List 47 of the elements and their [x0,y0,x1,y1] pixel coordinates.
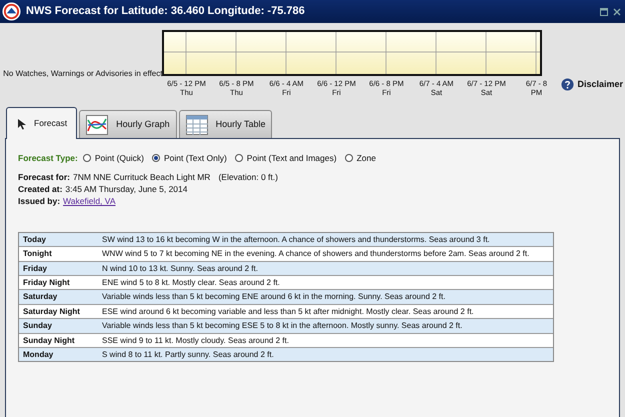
forecast-for-label: Forecast for: [18,170,70,183]
period-cell-text: Today [22,234,47,246]
radio-button[interactable] [344,154,353,162]
cursor-icon [16,118,28,130]
radio-label[interactable]: Point (Text and Images) [246,152,337,165]
line-graph-icon [86,114,108,134]
period-cell-text: Friday Night [22,276,71,289]
tab[interactable]: Hourly Graph [79,110,177,138]
period-cell-text: Monday [22,349,54,361]
radio-label[interactable]: Point (Quick) [94,152,144,165]
tab[interactable]: Forecast [6,107,78,139]
close-icon[interactable] [613,8,621,16]
maximize-icon[interactable] [600,8,608,16]
radio-label[interactable]: Point (Text Only) [164,152,227,165]
forecast-cell-text: Variable winds less than 5 kt becoming ENE around 6 kt in the morning. Sunny. Seas around 2 ft. [102,291,446,304]
tab[interactable]: Hourly Table [178,110,272,138]
created-label: Created at: [18,182,62,195]
created-time: 3:45 AM Thursday, June 5, 2014 [65,182,188,195]
forecast-cell-text: ESE wind around 6 kt becoming variable and less than 5 kt after midnight. Mostly clear. Seas around 2 ft. [102,306,475,318]
forecast-cell-text: WNW wind 5 to 7 kt becoming NE in the evening. A chance of showers and thunderstorms before 2am. Seas around 2 ft. [102,248,530,260]
forecast-cell-text: S wind 8 to 11 kt. Partly sunny. Seas around 2 ft. [102,349,275,361]
forecast-cell-text: N wind 10 to 13 kt. Sunny. Seas around 2 ft. [102,262,259,275]
disclaimer-link[interactable]: Disclaimer [577,78,623,92]
help-icon[interactable] [561,78,574,92]
issuer-link[interactable]: Wakefield, VA [63,194,116,207]
period-cell-text: Tonight [22,248,53,260]
radio-label[interactable]: Zone [356,152,376,165]
forecast-type-label: Forecast Type: [18,152,78,165]
forecast-cell-text: SSE wind 9 to 11 kt. Mostly cloudy. Seas around 2 ft. [102,334,290,347]
radio-button[interactable] [234,154,243,162]
period-cell-text: Saturday [22,291,58,304]
forecast-cell-text: SW wind 13 to 16 kt becoming W in the afternoon. A chance of showers and thunderstorms. Seas around 3 ft. [102,234,491,246]
period-cell-text: Saturday Night [22,306,81,318]
forecast-cell-text: ENE wind 5 to 8 kt. Mostly clear. Seas around 2 ft. [102,276,281,289]
forecast-cell-text: Variable winds less than 5 kt becoming ESE 5 to 8 kt in the afternoon. Mostly sunny. Seas around 2 ft. [102,320,464,332]
radio-button[interactable] [82,154,91,162]
forecast-location: 7NM NNE Currituck Beach Light MR [72,170,210,183]
window-title: NWS Forecast for Latitude: 36.460 Longitude: -75.786 [26,4,305,20]
period-cell-text: Sunday [22,320,53,332]
alerts-status: No Watches, Warnings or Advisories in effect [3,68,162,80]
issued-label: Issued by: [18,194,60,207]
elevation: (Elevation: 0 ft.) [218,170,278,183]
table-icon [186,114,208,134]
logo-icon [2,2,21,21]
period-cell-text: Sunday Night [22,334,76,347]
radio-button[interactable] [152,154,160,162]
period-cell-text: Friday [22,262,48,275]
